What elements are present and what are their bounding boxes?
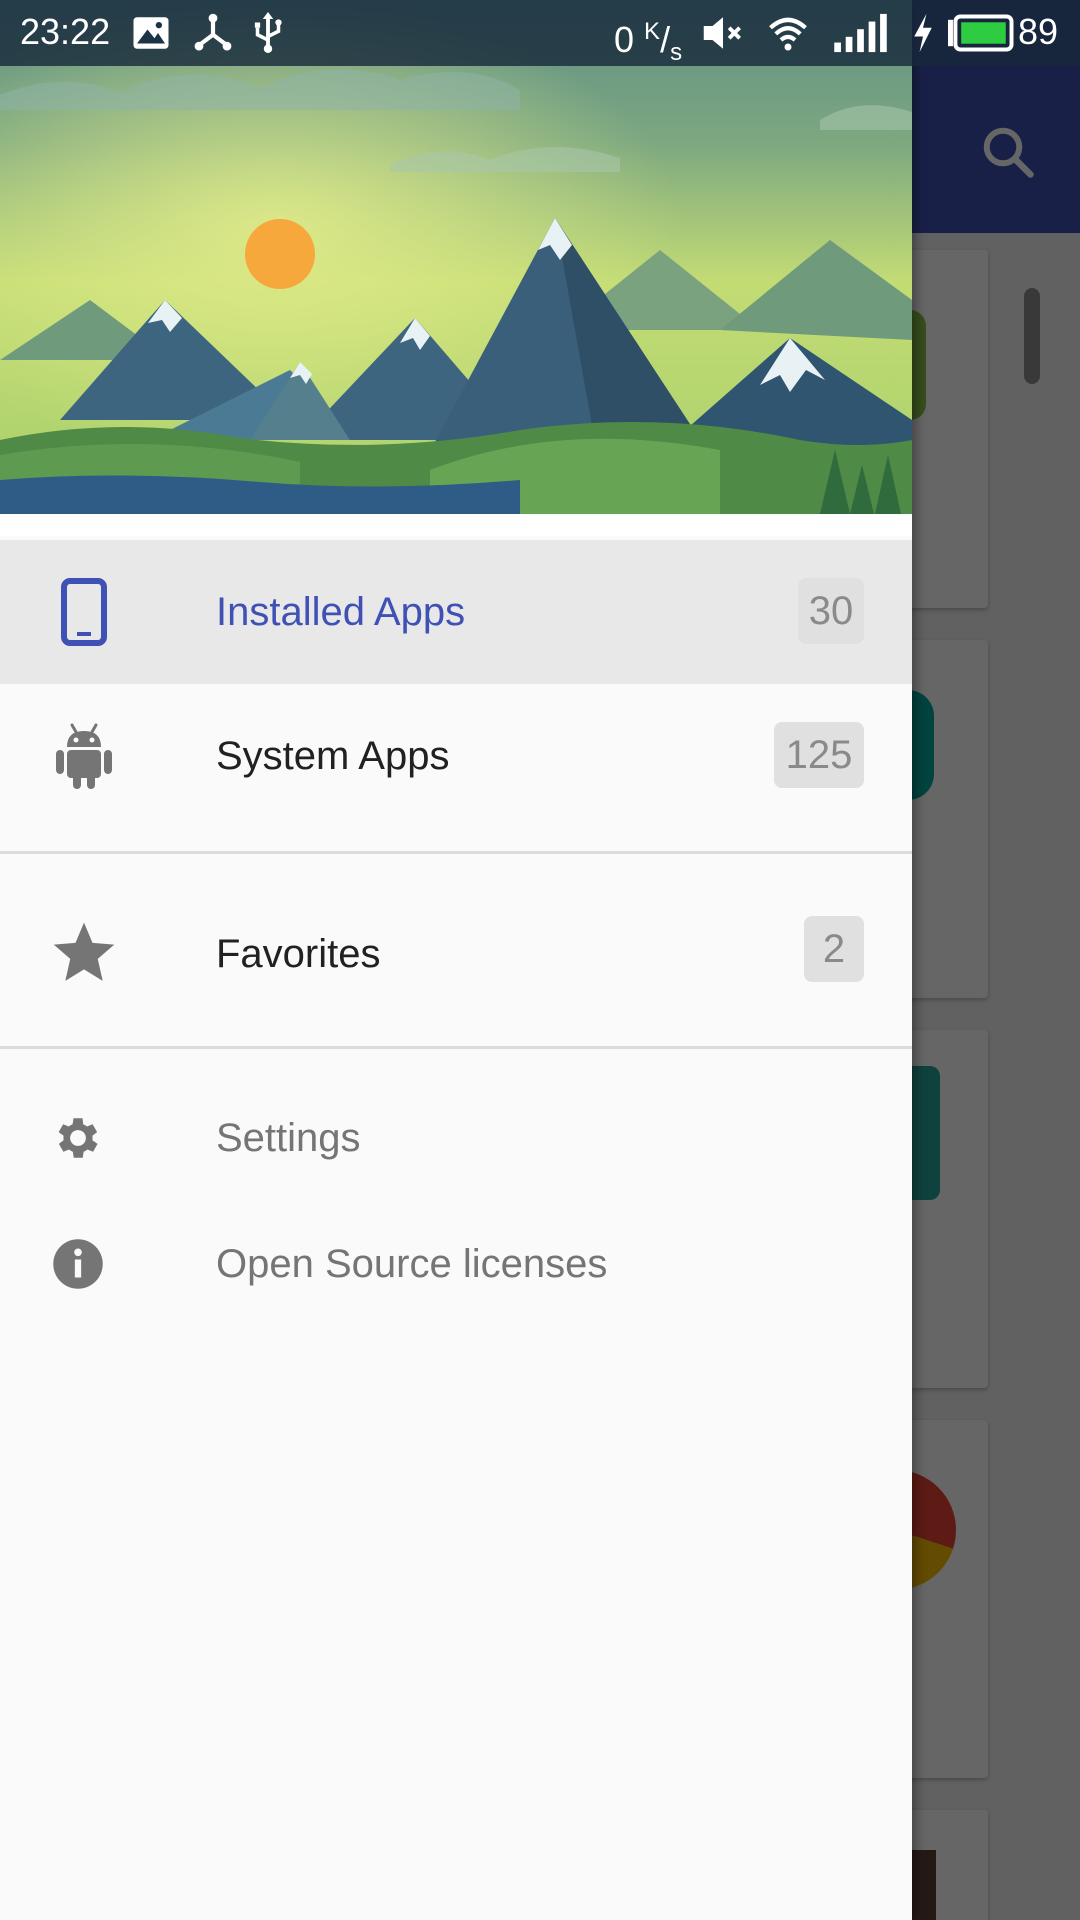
count-badge: 2: [804, 916, 864, 982]
drawer-item-favorites[interactable]: Favorites 2: [0, 880, 912, 1024]
drawer-item-label: Favorites: [216, 932, 381, 976]
count-badge: 30: [798, 578, 864, 644]
charging-icon: [914, 13, 932, 53]
drawer-item-label: System Apps: [216, 734, 450, 778]
drawer-item-system-apps[interactable]: System Apps 125: [0, 684, 912, 828]
drawer-item-label: Settings: [216, 1116, 361, 1160]
usb-icon: [254, 12, 282, 53]
drawer-header-image: [0, 0, 912, 514]
gear-icon: [44, 1104, 112, 1172]
network-speed-unit: s: [670, 39, 683, 67]
drawer-divider: [0, 851, 912, 854]
drawer-item-label: Installed Apps: [216, 590, 466, 634]
status-bar: 23:22 0 K/s 89: [0, 0, 1080, 66]
wifi-icon: [769, 17, 807, 51]
drawer-item-installed-apps[interactable]: Installed Apps 30: [0, 540, 912, 684]
android-icon: [50, 722, 118, 790]
share-hub-icon: [194, 13, 232, 51]
count-badge: 125: [774, 722, 864, 788]
drawer-divider: [0, 1046, 912, 1049]
star-icon: [50, 918, 118, 986]
signal-icon: [834, 13, 887, 53]
drawer-item-label: Open Source licenses: [216, 1242, 608, 1286]
network-speed-unit: K: [644, 18, 661, 45]
drawer-item-settings[interactable]: Settings: [0, 1078, 912, 1198]
mute-icon: [703, 17, 741, 49]
network-speed-value: 0: [614, 19, 635, 60]
battery-icon: [948, 14, 1014, 52]
network-speed: 0 K/s: [614, 18, 683, 67]
phone-icon: [50, 578, 118, 646]
drawer-header-divider: [0, 514, 912, 536]
status-time: 23:22: [20, 11, 111, 52]
drawer-item-licenses[interactable]: Open Source licenses: [0, 1204, 912, 1324]
info-icon: [44, 1230, 112, 1298]
image-icon: [133, 17, 169, 49]
battery-percent: 89: [1018, 11, 1059, 52]
navigation-drawer: Installed Apps 30 System Apps 125 Favori…: [0, 0, 912, 1920]
